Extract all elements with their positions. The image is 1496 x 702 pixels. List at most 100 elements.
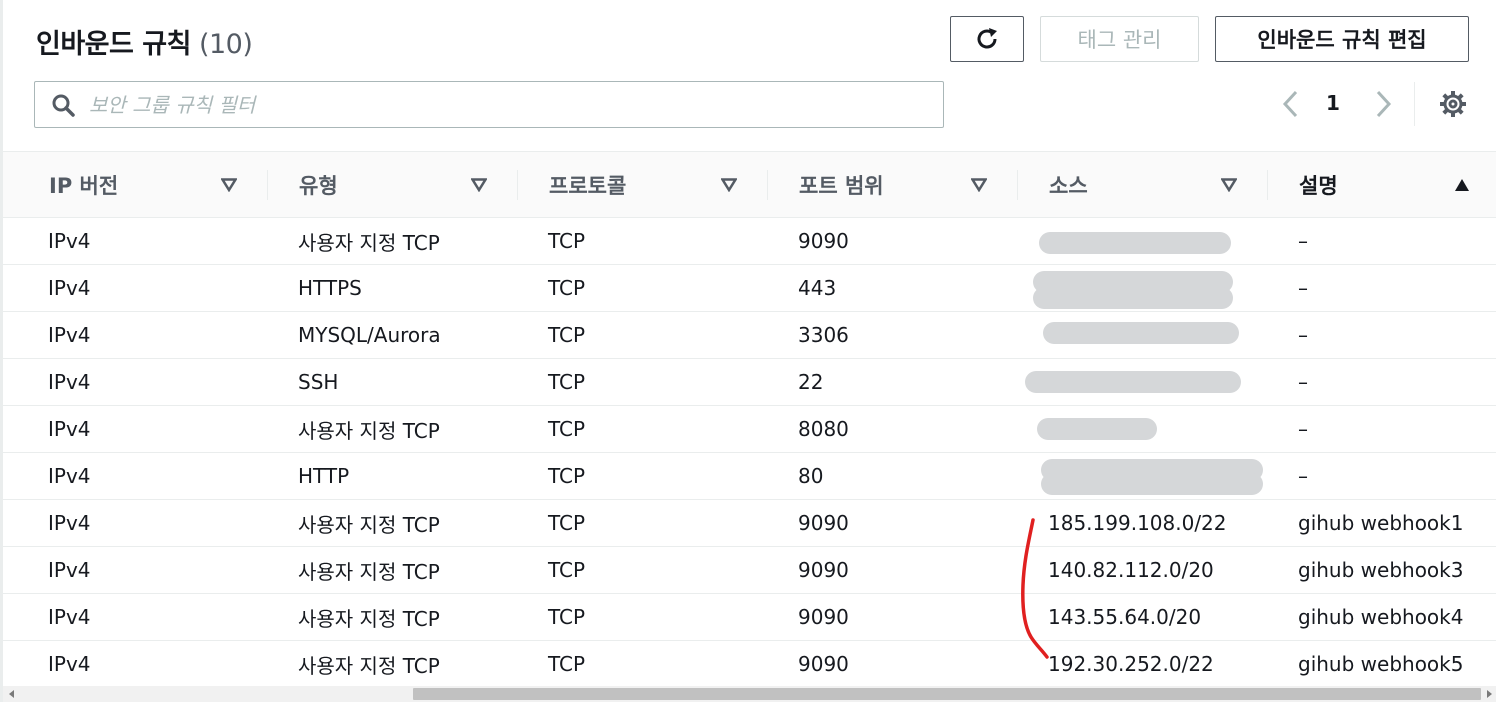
cell-ip-version: IPv4	[48, 652, 91, 676]
cell-protocol: TCP	[548, 652, 586, 676]
cell-protocol: TCP	[548, 229, 586, 253]
table-row[interactable]: IPv4 사용자 지정 TCP TCP 9090 –	[3, 218, 1496, 265]
cell-description: gihub webhook3	[1298, 558, 1464, 582]
refresh-button[interactable]	[950, 16, 1024, 62]
cell-port-range: 443	[798, 276, 837, 300]
cell-source: 185.199.108.0/22	[1048, 511, 1227, 535]
table-row[interactable]: IPv4 사용자 지정 TCP TCP 8080 –	[3, 406, 1496, 453]
pagination-divider	[1414, 82, 1415, 126]
cell-description: –	[1298, 464, 1308, 488]
table-row[interactable]: IPv4 사용자 지정 TCP TCP 9090 192.30.252.0/22 gihu…	[3, 641, 1496, 688]
cell-type: 사용자 지정 TCP	[298, 512, 440, 537]
cell-protocol: TCP	[548, 464, 586, 488]
redacted-source	[1037, 418, 1157, 440]
column-divider	[1017, 170, 1018, 200]
cell-ip-version: IPv4	[48, 323, 91, 347]
cell-protocol: TCP	[548, 558, 586, 582]
column-divider	[267, 170, 268, 200]
table-row[interactable]: IPv4 사용자 지정 TCP TCP 9090 185.199.108.0/22 gih…	[3, 500, 1496, 547]
cell-description: –	[1298, 417, 1308, 441]
sort-caret-down-icon[interactable]	[471, 178, 487, 192]
column-header-protocol[interactable]: 프로토콜	[549, 152, 626, 217]
cell-port-range: 8080	[798, 417, 849, 441]
search-icon	[52, 94, 75, 117]
redacted-source	[1033, 287, 1233, 309]
cell-port-range: 9090	[798, 229, 849, 253]
search-input[interactable]	[89, 92, 909, 117]
table-body: IPv4 사용자 지정 TCP TCP 9090– IPv4 HTTPS TCP 443– IP…	[3, 218, 1496, 688]
chevron-right-icon[interactable]	[1370, 88, 1396, 120]
sort-caret-down-icon[interactable]	[1221, 178, 1237, 192]
cell-protocol: TCP	[548, 417, 586, 441]
sort-caret-down-icon[interactable]	[221, 178, 237, 192]
search-box[interactable]	[34, 81, 944, 128]
cell-description: –	[1298, 229, 1308, 253]
horizontal-scrollbar[interactable]	[3, 686, 1496, 702]
cell-source: 192.30.252.0/22	[1048, 652, 1214, 676]
cell-ip-version: IPv4	[48, 558, 91, 582]
cell-ip-version: IPv4	[48, 511, 91, 535]
cell-port-range: 22	[798, 370, 824, 394]
sort-caret-up-icon[interactable]	[1454, 178, 1470, 192]
scrollbar-thumb[interactable]	[413, 688, 1481, 700]
cell-ip-version: IPv4	[48, 370, 91, 394]
current-page-number[interactable]: 1	[1326, 91, 1340, 115]
cell-description: gihub webhook4	[1298, 605, 1464, 629]
cell-description: –	[1298, 323, 1308, 347]
redacted-source	[1025, 371, 1241, 393]
column-header-source[interactable]: 소스	[1049, 152, 1088, 217]
scroll-right-arrow-icon[interactable]	[1487, 690, 1492, 698]
cell-protocol: TCP	[548, 370, 586, 394]
cell-type: MYSQL/Aurora	[298, 323, 441, 347]
manage-tags-button[interactable]: 태그 관리	[1040, 16, 1199, 62]
cell-type: 사용자 지정 TCP	[298, 653, 440, 678]
cell-type: 사용자 지정 TCP	[298, 606, 440, 631]
cell-source: 140.82.112.0/20	[1048, 558, 1214, 582]
redacted-source	[1039, 232, 1231, 254]
column-header-type[interactable]: 유형	[299, 152, 338, 217]
cell-description: gihub webhook1	[1298, 511, 1464, 535]
cell-protocol: TCP	[548, 511, 586, 535]
cell-port-range: 9090	[798, 511, 849, 535]
column-header-ip-version[interactable]: IP 버전	[49, 152, 118, 217]
cell-type: 사용자 지정 TCP	[298, 559, 440, 584]
cell-ip-version: IPv4	[48, 417, 91, 441]
redacted-source	[1043, 322, 1239, 344]
cell-port-range: 9090	[798, 605, 849, 629]
cell-description: –	[1298, 276, 1308, 300]
cell-protocol: TCP	[548, 605, 586, 629]
page-title: 인바운드 규칙 (10)	[36, 22, 253, 61]
refresh-icon	[977, 28, 997, 49]
sort-caret-down-icon[interactable]	[971, 178, 987, 192]
column-header-description[interactable]: 설명	[1299, 152, 1338, 217]
sort-caret-down-icon[interactable]	[721, 178, 737, 192]
table-row[interactable]: IPv4 SSH TCP 22 –	[3, 359, 1496, 406]
cell-source: 143.55.64.0/20	[1048, 605, 1202, 629]
gear-icon[interactable]	[1439, 90, 1467, 118]
cell-port-range: 9090	[798, 652, 849, 676]
column-header-port-range[interactable]: 포트 범위	[799, 152, 884, 217]
rule-count: (10)	[198, 29, 253, 60]
cell-port-range: 3306	[798, 323, 849, 347]
cell-type: 사용자 지정 TCP	[298, 230, 440, 255]
cell-type: SSH	[298, 370, 339, 394]
table-row[interactable]: IPv4 사용자 지정 TCP TCP 9090 143.55.64.0/20 gihub…	[3, 594, 1496, 641]
cell-ip-version: IPv4	[48, 605, 91, 629]
table-header: IP 버전 유형 프로토콜 포트 범위 소스 설명	[3, 151, 1496, 218]
cell-type: 사용자 지정 TCP	[298, 418, 440, 443]
table-row[interactable]: IPv4 HTTP TCP 80 –	[3, 453, 1496, 500]
edit-inbound-rules-button[interactable]: 인바운드 규칙 편집	[1215, 16, 1469, 62]
table-row[interactable]: IPv4 사용자 지정 TCP TCP 9090 140.82.112.0/20 gihu…	[3, 547, 1496, 594]
red-annotation-bracket	[1021, 518, 1049, 659]
chevron-left-icon[interactable]	[1278, 88, 1304, 120]
inbound-rules-table: IP 버전 유형 프로토콜 포트 범위 소스 설명 IPv4 사용자 지정 TCP…	[3, 151, 1496, 688]
cell-type: HTTP	[298, 464, 350, 488]
scroll-left-arrow-icon[interactable]	[9, 690, 14, 698]
table-row[interactable]: IPv4 MYSQL/Aurora TCP 3306 –	[3, 312, 1496, 359]
cell-description: gihub webhook5	[1298, 652, 1464, 676]
table-row[interactable]: IPv4 HTTPS TCP 443 –	[3, 265, 1496, 312]
cell-port-range: 9090	[798, 558, 849, 582]
column-divider	[1267, 170, 1268, 200]
redacted-source	[1041, 473, 1263, 495]
cell-description: –	[1298, 370, 1308, 394]
